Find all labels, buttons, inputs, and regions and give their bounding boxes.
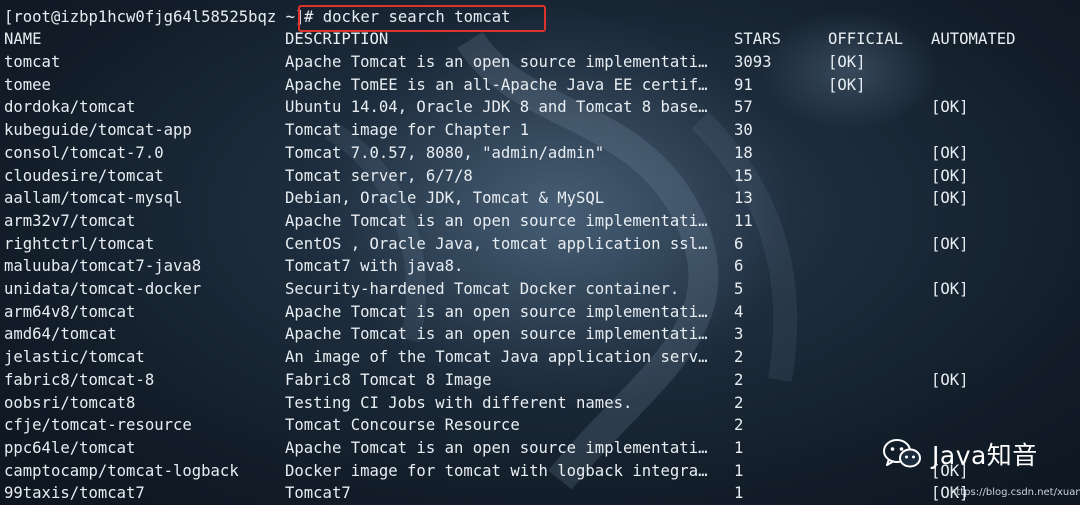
table-row: tomee Apache TomEE is an all-Apache Java …: [0, 74, 1080, 97]
repo-stars: 3: [734, 325, 744, 344]
repo-automated-flag: [OK]: [931, 370, 969, 389]
repo-stars: 57: [734, 98, 753, 117]
repo-description: Tomcat image for Chapter 1: [285, 121, 530, 140]
repo-stars: 1: [734, 484, 744, 503]
repo-name: 99taxis/tomcat7: [4, 484, 145, 503]
repo-description: Tomcat7: [285, 484, 351, 503]
repo-name: maluuba/tomcat7-java8: [4, 257, 202, 276]
repo-description: Apache TomEE is an all-Apache Java EE ce…: [285, 75, 708, 94]
repo-name: oobsri/tomcat8: [4, 393, 136, 412]
table-row: fabric8/tomcat-8 Fabric8 Tomcat 8 Image 2 […: [0, 369, 1080, 392]
repo-description: Apache Tomcat is an open source implemen…: [285, 302, 708, 321]
repo-description: Debian, Oracle JDK, Tomcat & MySQL: [285, 189, 605, 208]
repo-stars: 2: [734, 348, 744, 367]
table-header: NAME DESCRIPTION STARS OFFICIAL AUTOMATE…: [0, 28, 1080, 51]
repo-automated-flag: [OK]: [931, 280, 969, 298]
repo-name: ppc64le/tomcat: [4, 438, 136, 457]
repo-stars: 2: [734, 416, 744, 435]
repo-name: tomcat: [4, 53, 61, 71]
repo-description: Tomcat Concourse Resource: [285, 416, 520, 435]
table-row: arm64v8/tomcat Apache Tomcat is an open s…: [0, 301, 1080, 324]
repo-stars: 11: [734, 211, 753, 230]
repo-stars: 3093: [734, 53, 772, 71]
table-row: amd64/tomcat Apache Tomcat is an open sou…: [0, 323, 1080, 346]
repo-name: arm32v7/tomcat: [4, 211, 136, 230]
table-row: tomcat Apache Tomcat is an open source im…: [0, 51, 1080, 74]
watermark-text: Java知音: [932, 441, 1038, 470]
repo-stars: 13: [734, 189, 753, 208]
repo-name: camptocamp/tomcat-logback: [4, 461, 239, 480]
watermark: Java知音: [882, 436, 1038, 472]
table-row: maluuba/tomcat7-java8 Tomcat7 with java8.…: [0, 255, 1080, 278]
header-name: NAME: [4, 30, 42, 48]
repo-description: Tomcat server, 6/7/8: [285, 166, 473, 185]
repo-description: Tomcat7 with java8.: [285, 257, 464, 276]
repo-automated-flag: [OK]: [931, 166, 969, 185]
repo-stars: 30: [734, 121, 753, 140]
table-row: cfje/tomcat-resource Tomcat Concourse Res…: [0, 414, 1080, 437]
url-watermark: https://blog.csdn.net/xuan_lu: [950, 487, 1080, 498]
repo-automated-flag: [OK]: [931, 143, 969, 162]
repo-description: Apache Tomcat is an open source implemen…: [285, 325, 708, 344]
shell-prompt: [root@izbp1hcw0fjg64l58525bqz ~]: [4, 8, 305, 26]
header-official: OFFICIAL: [828, 30, 904, 48]
repo-stars: 6: [734, 234, 744, 253]
table-row: jelastic/tomcat An image of the Tomcat Ja…: [0, 346, 1080, 369]
repo-name: arm64v8/tomcat: [4, 302, 136, 321]
repo-name: consol/tomcat-7.0: [4, 143, 164, 162]
repo-official-flag: [OK]: [828, 53, 866, 71]
repo-description: Ubuntu 14.04, Oracle JDK 8 and Tomcat 8 …: [285, 98, 708, 117]
repo-automated-flag: [OK]: [931, 98, 969, 117]
repo-description: Fabric8 Tomcat 8 Image: [285, 370, 492, 389]
repo-name: tomee: [4, 75, 51, 94]
table-row: dordoka/tomcat Ubuntu 14.04, Oracle JDK 8…: [0, 96, 1080, 119]
repo-automated-flag: [OK]: [931, 234, 969, 253]
repo-description: CentOS , Oracle Java, tomcat application…: [285, 234, 708, 253]
repo-name: unidata/tomcat-docker: [4, 280, 202, 298]
table-row: cloudesire/tomcat Tomcat server, 6/7/8 15 […: [0, 165, 1080, 188]
repo-description: Testing CI Jobs with different names.: [285, 393, 633, 412]
repo-name: aallam/tomcat-mysql: [4, 189, 183, 208]
table-row: rightctrl/tomcat CentOS , Oracle Java, to…: [0, 233, 1080, 256]
repo-name: kubeguide/tomcat-app: [4, 121, 192, 140]
table-row: arm32v7/tomcat Apache Tomcat is an open s…: [0, 210, 1080, 233]
repo-stars: 2: [734, 393, 744, 412]
repo-stars: 6: [734, 257, 744, 276]
table-row: kubeguide/tomcat-app Tomcat image for Cha…: [0, 119, 1080, 142]
repo-name: jelastic/tomcat: [4, 348, 145, 367]
repo-description: Docker image for tomcat with logback int…: [285, 461, 708, 480]
table-row: oobsri/tomcat8 Testing CI Jobs with diffe…: [0, 392, 1080, 415]
header-stars: STARS: [734, 30, 781, 48]
header-automated: AUTOMATED: [931, 30, 1016, 48]
repo-description: Apache Tomcat is an open source implemen…: [285, 438, 708, 457]
repo-stars: 1: [734, 461, 744, 480]
terminal-window[interactable]: [root@izbp1hcw0fjg64l58525bqz ~] # docke…: [0, 0, 1080, 505]
repo-description: Apache Tomcat is an open source implemen…: [285, 211, 708, 230]
repo-stars: 5: [734, 280, 744, 298]
repo-automated-flag: [OK]: [931, 189, 969, 208]
table-row: consol/tomcat-7.0 Tomcat 7.0.57, 8080, "a…: [0, 142, 1080, 165]
table-row: unidata/tomcat-docker Security-hardened T…: [0, 278, 1080, 301]
repo-name: cloudesire/tomcat: [4, 166, 164, 185]
repo-description: An image of the Tomcat Java application …: [285, 348, 708, 367]
wechat-icon: [883, 439, 921, 468]
repo-stars: 18: [734, 143, 753, 162]
repo-name: dordoka/tomcat: [4, 98, 136, 117]
repo-description: Tomcat 7.0.57, 8080, "admin/admin": [285, 143, 605, 162]
repo-name: cfje/tomcat-resource: [4, 416, 192, 435]
repo-stars: 2: [734, 370, 744, 389]
repo-stars: 1: [734, 438, 744, 457]
repo-stars: 91: [734, 75, 753, 94]
repo-description: Apache Tomcat is an open source implemen…: [285, 53, 708, 71]
repo-description: Security-hardened Tomcat Docker containe…: [285, 280, 680, 298]
header-description: DESCRIPTION: [285, 30, 389, 48]
repo-official-flag: [OK]: [828, 75, 866, 94]
table-row: 99taxis/tomcat7 Tomcat7 1 [OK]: [0, 482, 1080, 505]
repo-stars: 4: [734, 302, 744, 321]
repo-name: rightctrl/tomcat: [4, 234, 155, 253]
repo-stars: 15: [734, 166, 753, 185]
table-row: aallam/tomcat-mysql Debian, Oracle JDK, T…: [0, 187, 1080, 210]
repo-name: amd64/tomcat: [4, 325, 117, 344]
repo-name: fabric8/tomcat-8: [4, 370, 155, 389]
